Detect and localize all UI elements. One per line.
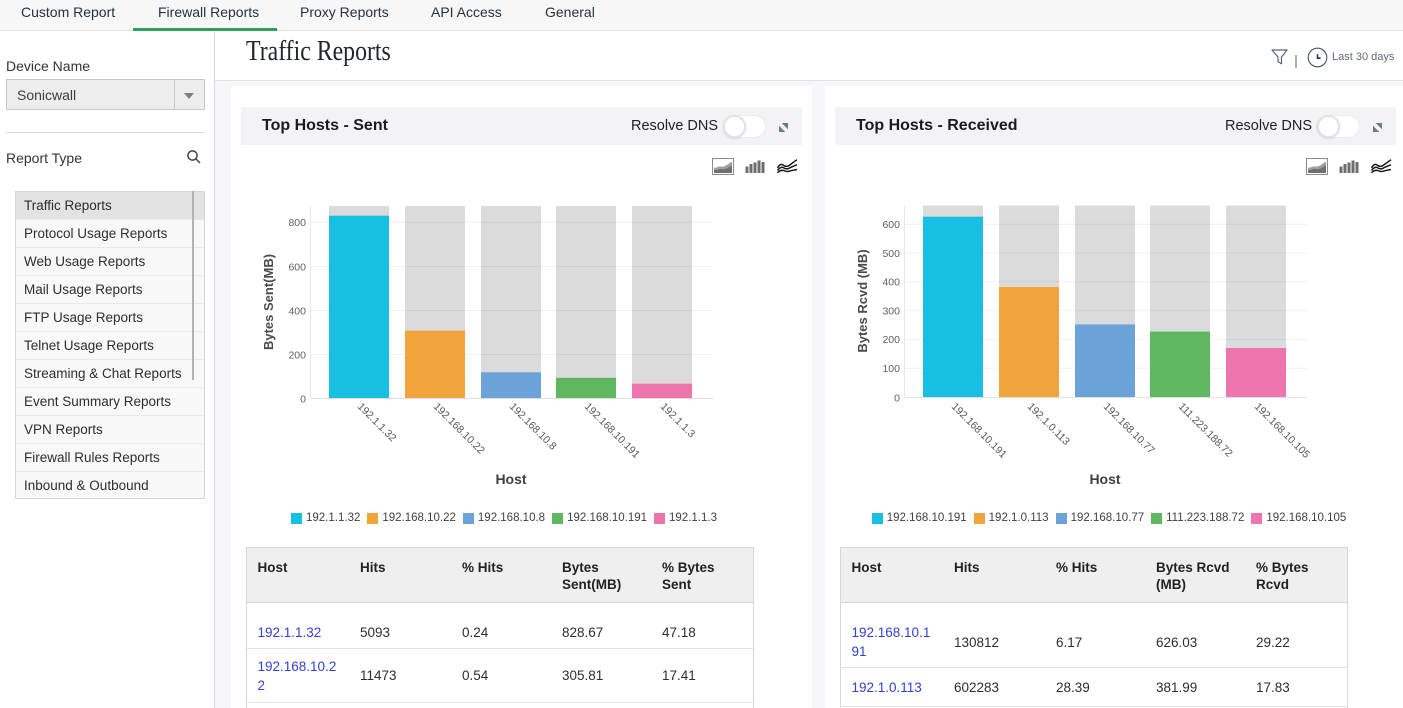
svg-text:192.1.1.3: 192.1.1.3	[658, 401, 698, 441]
svg-text:Host: Host	[1089, 471, 1120, 487]
svg-text:192.168.10.191: 192.168.10.191	[582, 401, 642, 461]
svg-text:192.1.0.113: 192.1.0.113	[1025, 401, 1072, 448]
svg-text:192.168.10.8: 192.168.10.8	[507, 401, 559, 453]
svg-text:Bytes Rcvd (MB): Bytes Rcvd (MB)	[855, 249, 870, 352]
svg-text:200: 200	[288, 349, 306, 361]
svg-text:600: 600	[288, 261, 306, 273]
svg-text:600: 600	[882, 219, 900, 231]
svg-text:Host: Host	[495, 471, 526, 487]
svg-text:300: 300	[882, 305, 900, 317]
svg-text:111.223.188.72: 111.223.188.72	[1176, 401, 1235, 460]
svg-text:0: 0	[894, 392, 900, 404]
svg-text:200: 200	[882, 334, 900, 346]
svg-text:500: 500	[882, 248, 900, 260]
svg-text:400: 400	[288, 305, 306, 317]
svg-text:192.168.10.191: 192.168.10.191	[949, 401, 1009, 461]
svg-text:192.1.1.32: 192.1.1.32	[355, 401, 399, 445]
svg-text:192.168.10.22: 192.168.10.22	[431, 401, 487, 457]
svg-text:192.168.10.105: 192.168.10.105	[1252, 401, 1312, 461]
svg-text:0: 0	[300, 393, 306, 405]
svg-text:100: 100	[882, 363, 900, 375]
svg-text:Bytes Sent(MB): Bytes Sent(MB)	[261, 254, 276, 350]
svg-text:800: 800	[288, 217, 306, 229]
svg-text:192.168.10.77: 192.168.10.77	[1101, 401, 1157, 457]
svg-text:400: 400	[882, 277, 900, 289]
